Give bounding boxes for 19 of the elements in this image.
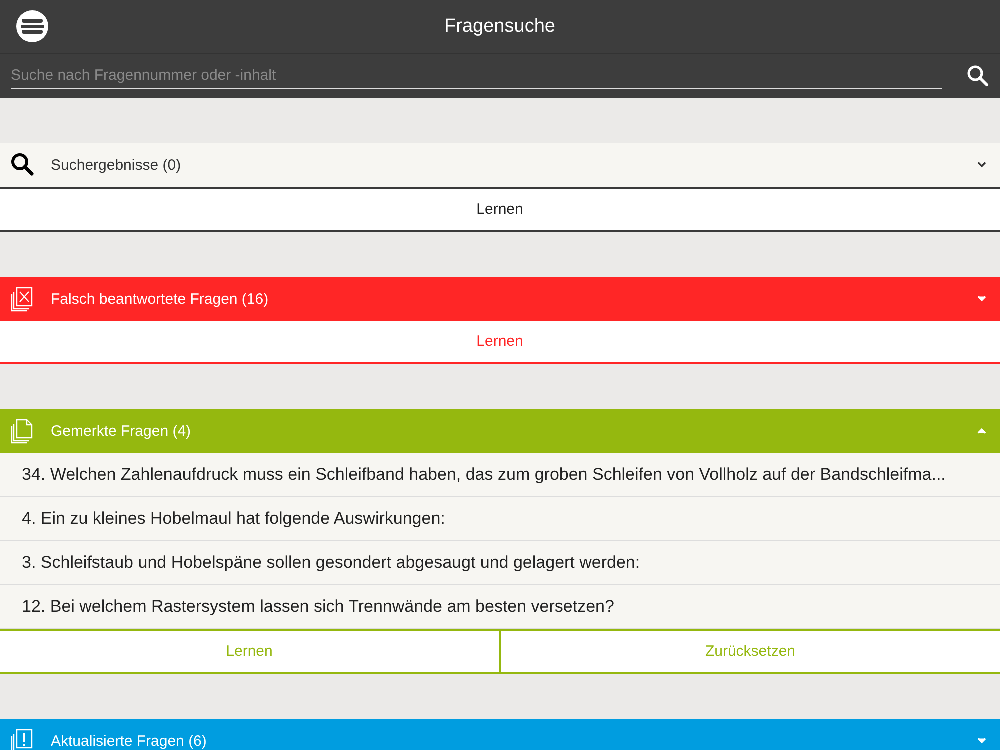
search-field[interactable]: Suche nach Fragennummer oder -inhalt <box>11 63 942 89</box>
search-icon[interactable] <box>966 64 990 88</box>
caret-down-icon <box>976 161 988 169</box>
search-icon <box>10 152 36 178</box>
section-title: Falsch beantwortete Fragen (16) <box>51 290 270 308</box>
caret-down-icon <box>976 737 988 745</box>
question-item[interactable]: 3. Schleifstaub und Hobelspäne sollen gesondert abgesaugt und gelagert werden: <box>0 541 1000 585</box>
section-title: Aktualisierte Fragen (6) <box>51 732 208 750</box>
section-title: Gemerkte Fragen (4) <box>51 422 192 440</box>
question-item[interactable]: 34. Welchen Zahlenaufdruck muss ein Schleifband haben, das zum groben Schleifen von Vollholz auf der Bandschleifma... <box>0 453 1000 497</box>
menu-icon[interactable] <box>16 10 49 43</box>
section-header[interactable]: Suchergebnisse (0) <box>0 143 1000 189</box>
section-title: Suchergebnisse (0) <box>51 156 182 174</box>
question-item[interactable]: 12. Bei welchem Rastersystem lassen sich Trennwände am besten versetzen? <box>0 585 1000 629</box>
caret-up-icon <box>976 427 988 435</box>
section-header[interactable]: Falsch beantwortete Fragen (16) <box>0 277 1000 321</box>
page-title: Fragensuche <box>444 16 556 38</box>
caret-down-icon <box>976 295 988 303</box>
question-item[interactable]: 4. Ein zu kleines Hobelmaul hat folgende Auswirkungen: <box>0 497 1000 541</box>
